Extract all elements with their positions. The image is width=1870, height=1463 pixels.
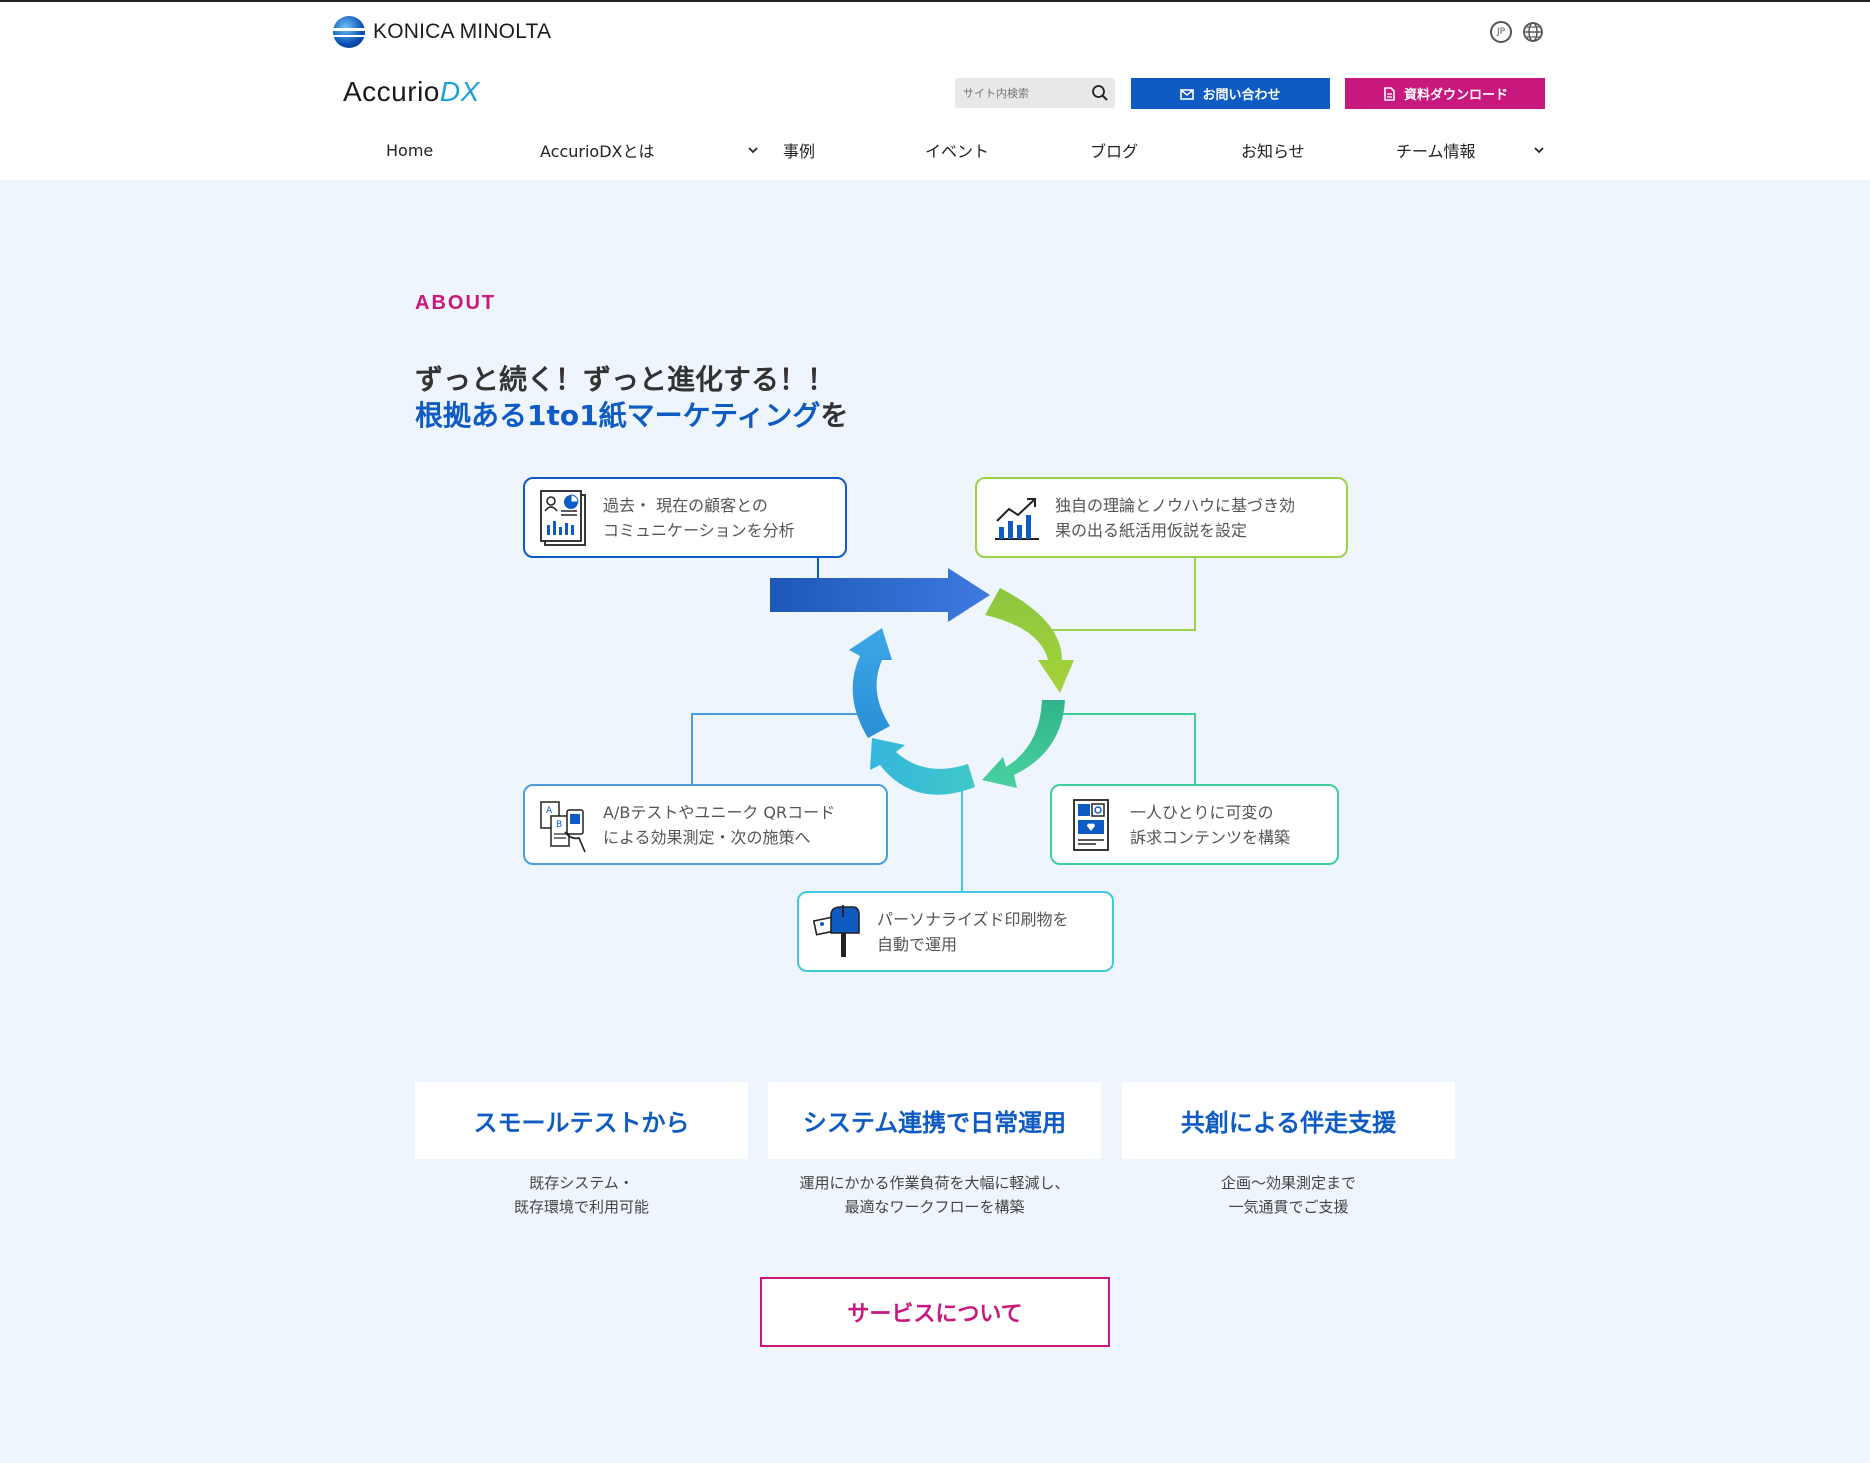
feature-system-integration: システム連携で日常運用 運用にかかる作業負荷を大幅に軽減し、 最適なワークフロー… — [768, 1082, 1101, 1219]
cycle-step-line1: 独自の理論とノウハウに基づき効 — [1055, 495, 1296, 515]
cycle-step-analyze: 過去・ 現在の顧客との コミュニケーションを分析 — [523, 477, 847, 558]
analysis-report-icon — [540, 489, 586, 546]
feature-description: 運用にかかる作業負荷を大幅に軽減し、 最適なワークフローを構築 — [768, 1171, 1101, 1219]
cycle-arrow-top — [770, 568, 990, 622]
about-service-button[interactable]: サービスについて — [760, 1277, 1110, 1347]
cycle-arrow-bottom — [870, 738, 975, 795]
cycle-step-text: A/Bテストやユニーク QRコード による効果測定・次の施策へ — [603, 800, 835, 850]
feature-desc-line2: 一気通貫でご支援 — [1228, 1198, 1349, 1216]
feature-co-creation-support: 共創による伴走支援 企画〜効果測定まで 一気通貫でご支援 — [1122, 1082, 1455, 1219]
feature-description: 企画〜効果測定まで 一気通貫でご支援 — [1122, 1171, 1455, 1219]
feature-title: 共創による伴走支援 — [1122, 1082, 1455, 1159]
cycle-step-text: パーソナライズド印刷物を 自動で運用 — [877, 907, 1069, 957]
svg-text:A: A — [546, 806, 553, 816]
cycle-step-auto-print: パーソナライズド印刷物を 自動で運用 — [797, 891, 1114, 972]
cycle-step-text: 過去・ 現在の顧客との コミュニケーションを分析 — [603, 493, 795, 543]
cycle-arrow-right — [985, 588, 1074, 693]
cycle-step-line2: による効果測定・次の施策へ — [603, 827, 811, 847]
cycle-step-line1: パーソナライズド印刷物を — [877, 909, 1069, 929]
ab-test-qr-icon: A B — [540, 800, 586, 852]
feature-desc-line2: 既存環境で利用可能 — [513, 1198, 649, 1216]
cycle-step-hypothesis: 独自の理論とノウハウに基づき効 果の出る紙活用仮説を設定 — [975, 477, 1348, 558]
cycle-step-line1: A/Bテストやユニーク QRコード — [603, 802, 836, 822]
svg-text:B: B — [556, 820, 562, 830]
cycle-step-text: 独自の理論とノウハウに基づき効 果の出る紙活用仮説を設定 — [1055, 493, 1295, 543]
variable-content-icon — [1073, 798, 1109, 851]
mailbox-icon — [813, 904, 860, 957]
cycle-diagram — [691, 556, 1196, 892]
cycle-step-line2: コミュニケーションを分析 — [603, 520, 795, 540]
feature-title: システム連携で日常運用 — [768, 1082, 1101, 1159]
feature-description: 既存システム・ 既存環境で利用可能 — [415, 1171, 748, 1219]
cycle-step-text: 一人ひとりに可変の 訴求コンテンツを構築 — [1130, 800, 1290, 850]
cycle-step-line1: 過去・ 現在の顧客との — [603, 495, 768, 515]
cycle-step-line1: 一人ひとりに可変の — [1130, 802, 1274, 822]
feature-desc-line1: 企画〜効果測定まで — [1220, 1174, 1356, 1192]
cycle-step-line2: 果の出る紙活用仮説を設定 — [1055, 520, 1248, 540]
cycle-step-measure: A B A/Bテストやユニーク QRコード による効果測定・次の施策へ — [523, 784, 888, 865]
cycle-arrow-bottom-right — [982, 700, 1065, 788]
feature-title: スモールテストから — [415, 1082, 748, 1159]
feature-desc-line2: 最適なワークフローを構築 — [844, 1198, 1025, 1216]
growth-chart-icon — [995, 497, 1039, 540]
feature-desc-line1: 既存システム・ — [529, 1174, 634, 1192]
feature-desc-line1: 運用にかかる作業負荷を大幅に軽減し、 — [799, 1174, 1070, 1192]
cycle-arrow-left — [849, 628, 892, 738]
cycle-step-line2: 訴求コンテンツを構築 — [1130, 827, 1291, 847]
feature-small-test: スモールテストから 既存システム・ 既存環境で利用可能 — [415, 1082, 748, 1219]
cycle-step-build-content: 一人ひとりに可変の 訴求コンテンツを構築 — [1050, 784, 1339, 865]
cycle-step-line2: 自動で運用 — [877, 934, 958, 954]
